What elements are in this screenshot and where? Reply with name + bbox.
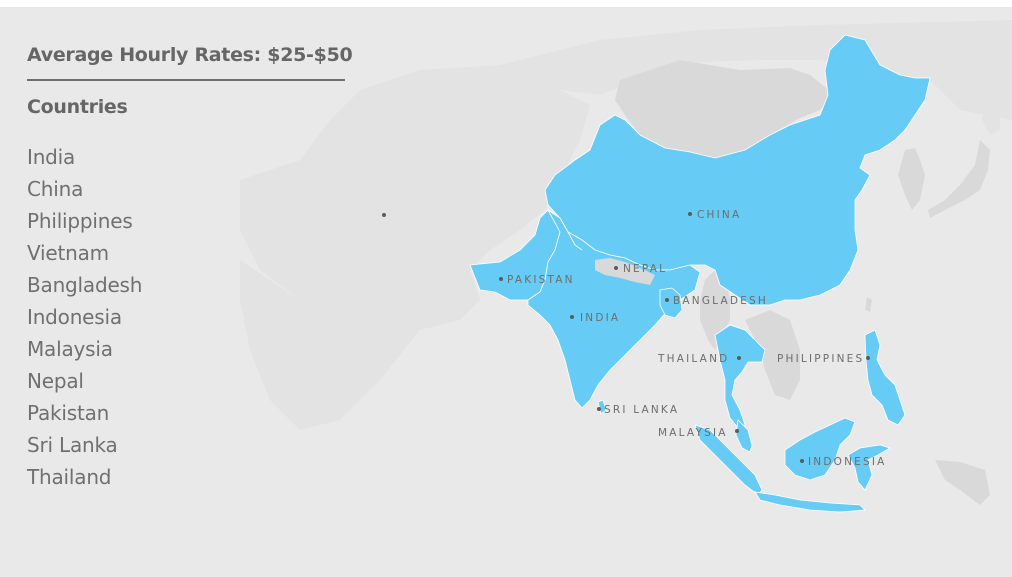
country-list-item: Vietnam (27, 241, 109, 265)
label-indonesia-text: INDONESIA (808, 456, 887, 468)
land-taiwan (865, 297, 872, 312)
label-indonesia: INDONESIA (800, 456, 887, 468)
country-list-item: Indonesia (27, 305, 122, 329)
country-list-item: Bangladesh (27, 273, 143, 297)
dot-pakistan (499, 277, 503, 281)
country-list-item: India (27, 145, 76, 169)
dot-thailand (737, 356, 741, 360)
label-india-text: INDIA (580, 312, 620, 324)
label-philippines: PHILIPPINES (777, 353, 870, 365)
land-japan (928, 140, 990, 218)
label-thailand-text: THAILAND (657, 353, 729, 365)
dot-nepal (614, 266, 618, 270)
country-list-item: Thailand (27, 465, 112, 489)
country-list: India China Philippines Vietnam Banglade… (27, 141, 357, 493)
country-list-item: Philippines (27, 209, 133, 233)
dot-philippines (866, 356, 870, 360)
dot-sri-lanka (597, 407, 601, 411)
dot-indonesia (800, 459, 804, 463)
country-indonesia-borneo (784, 417, 856, 481)
label-malaysia-text: MALAYSIA (658, 427, 728, 439)
dot-malaysia (735, 429, 739, 433)
countries-heading: Countries (27, 96, 128, 118)
label-bangladesh: BANGLADESH (665, 295, 768, 307)
country-list-item: Malaysia (27, 337, 113, 361)
label-philippines-text: PHILIPPINES (777, 353, 864, 365)
country-list-item: Pakistan (27, 401, 110, 425)
label-thailand: THAILAND (657, 353, 741, 365)
info-panel: Average Hourly Rates: $25-$50 Countries … (27, 43, 357, 493)
country-indonesia-java (754, 491, 866, 513)
country-list-item: Nepal (27, 369, 84, 393)
label-bangladesh-text: BANGLADESH (673, 295, 768, 307)
label-malaysia: MALAYSIA (658, 427, 739, 439)
country-list-item: Sri Lanka (27, 433, 118, 457)
label-china-text: CHINA (697, 209, 741, 221)
land-papua (935, 460, 990, 505)
label-nepal-text: NEPAL (623, 263, 667, 275)
dot-china (688, 212, 692, 216)
label-sri-lanka: SRI LANKA (597, 404, 679, 416)
country-list-item: China (27, 177, 84, 201)
map-canvas: CHINA NEPAL PAKISTAN BANGLADESH INDIA TH… (0, 7, 1012, 577)
title-divider (27, 79, 345, 81)
country-philippines (864, 329, 906, 426)
label-pakistan-text: PAKISTAN (507, 274, 575, 286)
dot-india (570, 315, 574, 319)
rate-title: Average Hourly Rates: $25-$50 (27, 44, 353, 66)
label-pakistan: PAKISTAN (499, 274, 575, 286)
dot-bangladesh (665, 298, 669, 302)
map-dot (382, 213, 386, 217)
label-sri-lanka-text: SRI LANKA (604, 404, 679, 416)
land-korea (898, 148, 925, 210)
